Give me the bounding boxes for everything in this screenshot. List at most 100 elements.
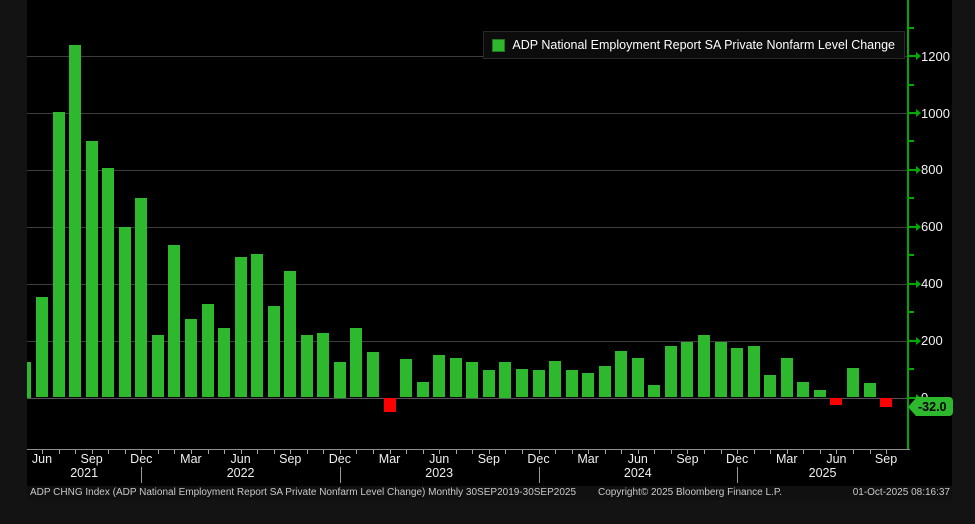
footer-series-info: ADP CHNG Index (ADP National Employment … (30, 486, 576, 500)
bar-2023-Oct (499, 362, 511, 398)
x-axis-label-Jun-2025: Jun (813, 453, 859, 466)
bar-2023-Feb (367, 352, 379, 398)
gridline-600 (27, 227, 908, 228)
y-minor-tick-700 (909, 197, 914, 199)
x-tick-2025-Jul (853, 450, 854, 454)
y-minor-tick-1100 (909, 84, 914, 86)
gridline-0 (27, 398, 908, 399)
x-axis-label-Dec-2024: Dec (714, 453, 760, 466)
x-axis-label-Sep-2023: Sep (466, 453, 512, 466)
bar-2024-Jul (648, 385, 660, 398)
y-major-tick-400 (909, 283, 916, 285)
y-major-tick-800 (909, 169, 916, 171)
x-axis-label-Mar-2022: Mar (168, 453, 214, 466)
y-minor-tick-1300 (909, 27, 914, 29)
x-axis-line (27, 449, 910, 450)
gridline-400 (27, 284, 908, 285)
y-minor-tick-300 (909, 311, 914, 313)
y-minor-tick-900 (909, 140, 914, 142)
y-major-tick-200 (909, 340, 916, 342)
x-axis-label-Dec-2021: Dec (118, 453, 164, 466)
bar-2024-Jun (632, 358, 644, 398)
y-axis-label-600: 600 (921, 220, 943, 233)
gridline-800 (27, 170, 908, 171)
bar-2024-Mar (582, 373, 594, 397)
x-axis-label-Mar-2024: Mar (565, 453, 611, 466)
x-axis-label-Mar-2023: Mar (367, 453, 413, 466)
bar-2023-Jan (350, 328, 362, 398)
bar-2023-Sep (483, 370, 495, 397)
year-separator-2021 (141, 467, 142, 483)
legend[interactable]: ADP National Employment Report SA Privat… (483, 31, 905, 59)
bar-2022-Oct (301, 335, 313, 398)
bar-2022-Feb (168, 245, 180, 397)
bar-2025-Aug (864, 383, 876, 397)
x-axis-label-Sep-2025: Sep (863, 453, 909, 466)
year-separator-2022 (340, 467, 341, 483)
bar-2024-Oct (698, 335, 710, 398)
x-axis-year-label-2023: 2023 (416, 467, 462, 480)
bar-2021-Aug (69, 45, 81, 398)
status-bar: ADP CHNG Index (ADP National Employment … (27, 486, 952, 500)
bar-2024-Jan (549, 361, 561, 398)
x-axis-year-label-2021: 2021 (61, 467, 107, 480)
x-tick-2023-Oct (505, 450, 506, 454)
y-axis-label-1200: 1200 (921, 50, 950, 63)
x-axis-label-Sep-2022: Sep (267, 453, 313, 466)
bar-2025-Jul (847, 368, 859, 398)
x-tick-2024-Oct (704, 450, 705, 454)
x-axis-year-label-2024: 2024 (615, 467, 661, 480)
bar-2022-Mar (185, 319, 197, 397)
bar-2025-Apr (797, 382, 809, 398)
x-tick-2023-Jan (356, 450, 357, 454)
bar-2025-May (814, 390, 826, 397)
y-major-tick-600 (909, 226, 916, 228)
bar-2021-Sep (86, 141, 98, 397)
bar-2025-Sep (880, 398, 892, 407)
y-axis-label-800: 800 (921, 163, 943, 176)
bar-2023-Dec (533, 370, 545, 397)
x-axis-label-Sep-2021: Sep (69, 453, 115, 466)
x-axis-year-label-2022: 2022 (218, 467, 264, 480)
year-separator-2023 (539, 467, 540, 483)
x-tick-2023-Jul (456, 450, 457, 454)
left-margin (0, 0, 27, 524)
bar-2024-Aug (665, 346, 677, 397)
year-separator-2024 (737, 467, 738, 483)
bar-2023-Jul (450, 358, 462, 398)
x-axis-label-Sep-2024: Sep (664, 453, 710, 466)
bar-2024-May (615, 351, 627, 398)
bar-2022-Aug (268, 306, 280, 397)
x-axis-label-Jun-2024: Jun (615, 453, 661, 466)
x-tick-2022-Jan (158, 450, 159, 454)
y-major-tick-1000 (909, 112, 916, 114)
bar-2025-Feb (764, 375, 776, 398)
bar-2021-Nov (119, 227, 131, 398)
bar-2022-May (218, 328, 230, 398)
x-tick-2025-Apr (803, 450, 804, 454)
x-axis-label-Jun-2021: Jun (19, 453, 65, 466)
x-axis-label-Mar-2025: Mar (764, 453, 810, 466)
bar-2022-Sep (284, 271, 296, 398)
y-axis-label-400: 400 (921, 277, 943, 290)
x-axis-label-Jun-2023: Jun (416, 453, 462, 466)
x-tick-2025-Jan (754, 450, 755, 454)
bar-2021-Dec (135, 198, 147, 397)
chart-plot-area[interactable] (27, 2, 908, 449)
bar-2024-Apr (599, 366, 611, 397)
bar-2024-Dec (731, 348, 743, 398)
legend-swatch-icon (492, 39, 505, 52)
x-tick-2022-Jul (257, 450, 258, 454)
x-tick-2024-Apr (605, 450, 606, 454)
bar-2022-Apr (202, 304, 214, 398)
x-tick-2024-Jan (555, 450, 556, 454)
bar-2024-Sep (681, 342, 693, 397)
bar-2023-Aug (466, 362, 478, 398)
x-tick-2024-Jul (654, 450, 655, 454)
bar-2025-Mar (781, 358, 793, 398)
x-tick-2022-Apr (208, 450, 209, 454)
y-major-tick-1200 (909, 55, 916, 57)
bar-2022-Jul (251, 254, 263, 398)
bloomberg-chart-window: 020040060080010001200 JunSepDecMarJunSep… (0, 0, 975, 524)
bar-2023-Nov (516, 369, 528, 397)
